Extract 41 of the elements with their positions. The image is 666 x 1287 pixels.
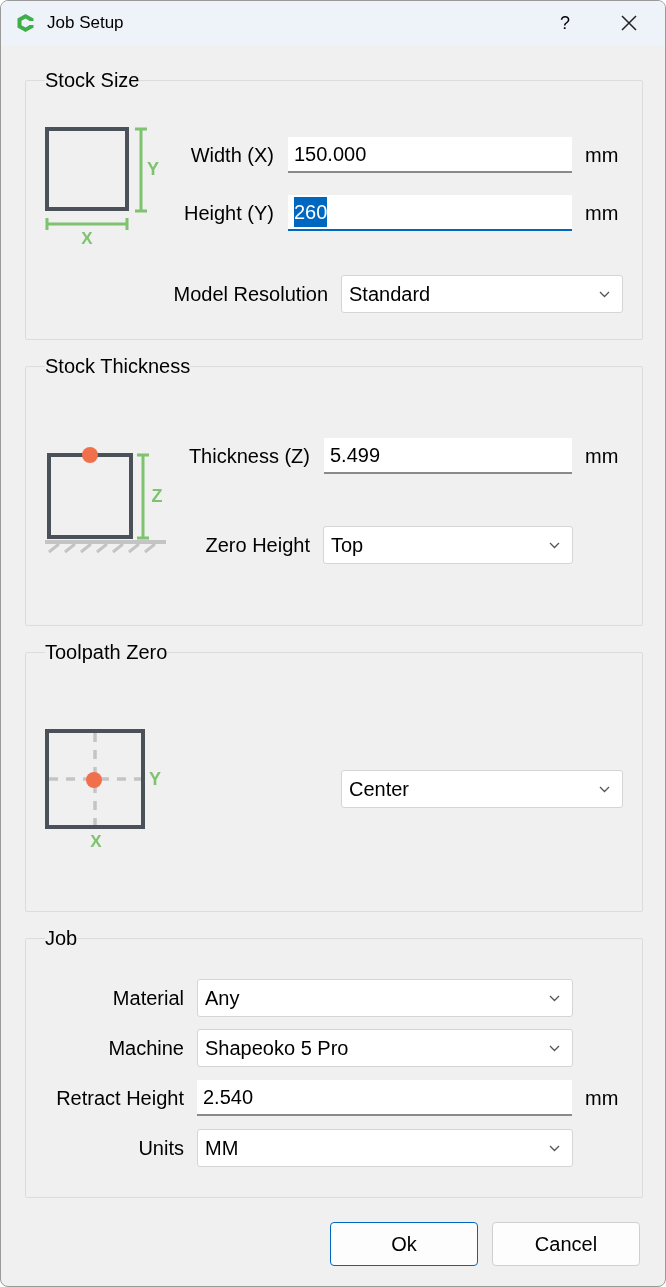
chevron-down-icon <box>549 994 560 1002</box>
chevron-down-icon <box>549 1144 560 1152</box>
group-title: Stock Thickness <box>45 355 191 377</box>
dialog-button[interactable]: Ok <box>330 1222 478 1266</box>
field-label: Thickness (Z) <box>187 444 310 469</box>
field-label: Height (Y) <box>182 201 274 226</box>
input-field[interactable]: 2.540 <box>197 1080 572 1116</box>
field-label: Width (X) <box>189 143 274 168</box>
input-field[interactable]: 260 <box>288 195 572 231</box>
stock-thickness-drawing: Z <box>45 444 166 554</box>
chevron-down-icon <box>549 541 560 549</box>
dialog-button[interactable]: Cancel <box>492 1222 640 1266</box>
input-field[interactable]: 150.000 <box>288 137 572 173</box>
field-label: Retract Height <box>55 1086 184 1111</box>
field-label: Machine <box>107 1036 184 1061</box>
chevron-down-icon <box>599 785 610 793</box>
close-icon[interactable] <box>621 15 637 31</box>
unit-label: mm <box>585 1086 619 1111</box>
chevron-down-icon <box>549 1044 560 1052</box>
field-label: Zero Height <box>204 533 310 558</box>
group-title: Toolpath Zero <box>45 641 168 663</box>
dropdown[interactable]: Standard <box>341 275 623 313</box>
chevron-down-icon <box>599 290 610 298</box>
dropdown[interactable]: Shapeoko 5 Pro <box>197 1029 573 1067</box>
dropdown[interactable]: Center <box>341 770 623 808</box>
dropdown[interactable]: MM <box>197 1129 573 1167</box>
unit-label: mm <box>585 143 619 168</box>
unit-label: mm <box>585 444 619 469</box>
stock-size-drawing: Y X <box>45 127 165 245</box>
input-field[interactable]: 5.499 <box>324 438 572 474</box>
unit-label: mm <box>585 201 619 226</box>
field-label: Units <box>137 1136 184 1161</box>
field-label: Model Resolution <box>172 282 328 307</box>
group-title: Job <box>45 927 78 949</box>
field-label: Material <box>111 986 184 1011</box>
app-logo-icon <box>17 14 34 32</box>
dropdown[interactable]: Any <box>197 979 573 1017</box>
window-title: Job Setup <box>47 12 124 35</box>
help-button[interactable]: ? <box>560 9 570 37</box>
group-title: Stock Size <box>45 69 140 91</box>
dropdown[interactable]: Top <box>323 526 573 564</box>
